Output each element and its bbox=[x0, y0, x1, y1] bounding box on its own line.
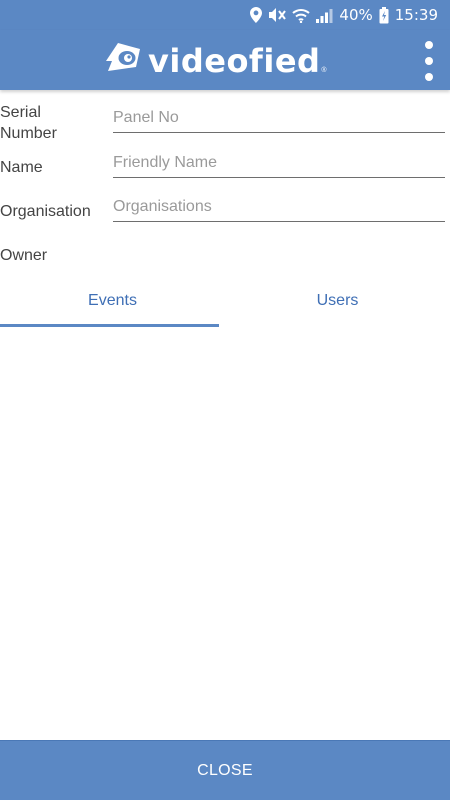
menu-dot bbox=[425, 41, 433, 49]
name-label: Name bbox=[0, 159, 43, 176]
camera-logo-icon bbox=[106, 41, 142, 80]
organisation-row: Organisation bbox=[0, 197, 450, 229]
friendly-name-input[interactable] bbox=[113, 153, 445, 178]
owner-row: Owner bbox=[0, 243, 450, 271]
organisation-input[interactable] bbox=[113, 197, 445, 222]
videofied-logo: videofied ® bbox=[106, 41, 327, 80]
wifi-icon bbox=[292, 8, 311, 23]
battery-charging-icon bbox=[379, 6, 389, 24]
tab-content-area bbox=[0, 330, 450, 738]
signal-icon bbox=[316, 8, 333, 23]
location-icon bbox=[250, 7, 263, 23]
battery-percentage: 40% bbox=[339, 6, 373, 24]
app-bar: videofied ® bbox=[0, 30, 450, 90]
menu-dot bbox=[425, 73, 433, 81]
selected-tab-indicator bbox=[0, 324, 219, 327]
serial-number-input[interactable] bbox=[113, 108, 445, 133]
status-bar: 40% 15:39 bbox=[0, 0, 450, 30]
close-button[interactable]: CLOSE bbox=[0, 740, 450, 800]
owner-label: Owner bbox=[0, 247, 48, 264]
tab-events-label: Events bbox=[88, 292, 137, 309]
clock: 15:39 bbox=[394, 6, 438, 24]
tab-bar: Events Users bbox=[0, 280, 450, 328]
name-row: Name bbox=[0, 153, 450, 185]
more-vertical-icon[interactable] bbox=[418, 41, 440, 81]
tab-users-label: Users bbox=[316, 292, 359, 309]
tab-users[interactable]: Users bbox=[225, 280, 450, 328]
logo-text: videofied bbox=[148, 41, 321, 80]
registered-mark: ® bbox=[321, 67, 327, 74]
tab-events[interactable]: Events bbox=[0, 280, 225, 328]
organisation-label: Organisation bbox=[0, 203, 91, 220]
serial-number-row: Serial Number bbox=[0, 102, 450, 144]
mute-icon bbox=[268, 7, 287, 23]
menu-dot bbox=[425, 57, 433, 65]
serial-number-label: Serial Number bbox=[0, 104, 57, 142]
